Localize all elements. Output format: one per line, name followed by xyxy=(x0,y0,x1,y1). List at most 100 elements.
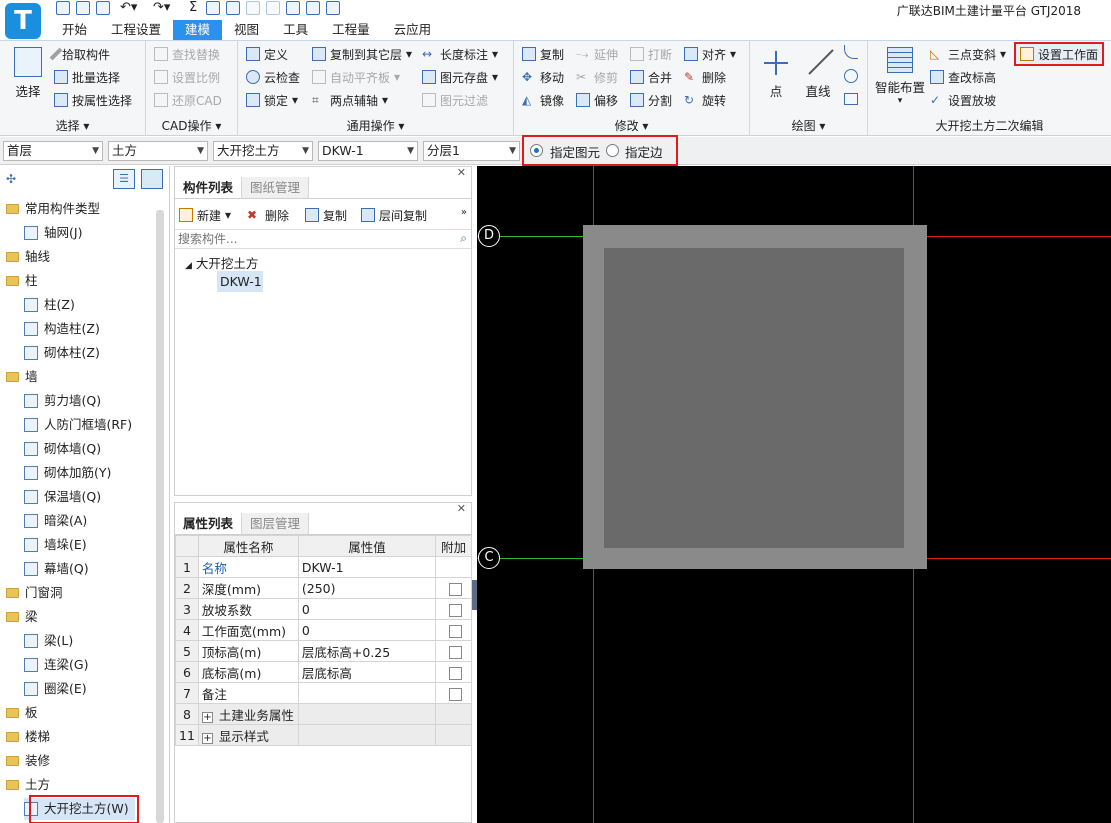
open-file-icon[interactable] xyxy=(96,1,110,15)
define-button[interactable]: 定义 xyxy=(246,44,288,64)
move-button[interactable]: ✥ 移动 xyxy=(522,67,564,87)
tree-item[interactable]: 轴网(J) xyxy=(24,222,82,244)
break-button[interactable]: 打断 xyxy=(630,44,672,64)
tab-property-list[interactable]: 属性列表 xyxy=(175,513,243,534)
tree-item[interactable]: 构造柱(Z) xyxy=(24,318,100,340)
undo-icon[interactable]: ↶▾ xyxy=(120,0,137,15)
app-logo[interactable]: T xyxy=(5,3,41,39)
component-tree-root[interactable]: ◢ 大开挖土方 xyxy=(185,253,258,272)
property-row[interactable]: 11 + 显示样式 xyxy=(175,724,472,746)
property-value[interactable]: 0 xyxy=(297,598,437,620)
tree-item[interactable]: 常用构件类型 xyxy=(6,198,100,220)
extra-checkbox[interactable] xyxy=(449,603,463,617)
align-button[interactable]: 对齐 ▾ xyxy=(684,44,736,64)
line-button[interactable]: 直线 xyxy=(802,47,834,100)
new-file-icon[interactable] xyxy=(76,1,90,15)
floor-copy-button[interactable]: 层间复制 xyxy=(361,205,427,225)
point-button[interactable]: 点 xyxy=(762,47,790,100)
axis-label-d[interactable]: D xyxy=(478,225,500,247)
tree-item[interactable]: 楼梯 xyxy=(6,726,50,748)
mirror-button[interactable]: ◭ 镜像 xyxy=(522,90,564,110)
tab-project-settings[interactable]: 工程设置 xyxy=(99,20,173,40)
tab-component-list[interactable]: 构件列表 xyxy=(175,177,243,198)
property-value[interactable]: DKW-1 xyxy=(297,556,437,578)
extra-checkbox[interactable] xyxy=(449,687,463,701)
length-dimension-button[interactable]: ↔ 长度标注 ▾ xyxy=(422,44,498,64)
cloud-check-button[interactable]: 云检查 xyxy=(246,67,300,87)
circle-icon[interactable] xyxy=(844,69,858,83)
drawing-canvas[interactable]: D C xyxy=(477,166,1111,823)
edit-icon[interactable] xyxy=(246,1,260,15)
property-value[interactable]: 层底标高+0.25 xyxy=(297,640,437,662)
tree-item[interactable]: 轴线 xyxy=(6,246,50,268)
trim-button[interactable]: ✂ 修剪 xyxy=(576,67,618,87)
property-value[interactable] xyxy=(297,682,437,704)
tree-item[interactable]: 幕墙(Q) xyxy=(24,558,89,580)
tree-scrollbar[interactable] xyxy=(156,210,164,823)
component-select[interactable]: DKW-1 ▼ xyxy=(318,141,418,161)
property-row[interactable]: 8 + 土建业务属性 xyxy=(175,703,472,725)
search-icon[interactable]: ⌕ xyxy=(460,231,467,246)
select-big-button[interactable]: 选择 xyxy=(10,47,46,100)
offset-button[interactable]: 偏移 xyxy=(576,90,618,110)
tree-item[interactable]: 圈梁(E) xyxy=(24,678,87,700)
save-icon[interactable] xyxy=(56,1,70,15)
property-value[interactable]: 层底标高 xyxy=(297,661,437,683)
extra-checkbox[interactable] xyxy=(449,624,463,638)
split-button[interactable]: 分割 xyxy=(630,90,672,110)
tree-item[interactable]: 门窗洞 xyxy=(6,582,63,604)
more-icon[interactable]: » xyxy=(461,207,467,218)
property-row[interactable]: 5 顶标高(m) 层底标高+0.25 xyxy=(175,640,472,662)
category-select[interactable]: 土方 ▼ xyxy=(108,141,208,161)
tree-item[interactable]: 梁 xyxy=(6,606,38,628)
tree-item[interactable]: 连梁(G) xyxy=(24,654,88,676)
tree-item[interactable]: 保温墙(Q) xyxy=(24,486,101,508)
rectangle-icon[interactable] xyxy=(844,93,858,105)
merge-button[interactable]: 合并 xyxy=(630,67,672,87)
set-scale-button[interactable]: 设置比例 xyxy=(154,67,220,87)
property-value[interactable] xyxy=(297,724,437,746)
tree-item[interactable]: 装修 xyxy=(6,750,50,772)
floor-select[interactable]: 首层 ▼ xyxy=(3,141,103,161)
check-elevation-button[interactable]: 查改标高 xyxy=(930,67,996,87)
property-row[interactable]: 3 放坡系数 0 xyxy=(175,598,472,620)
search-input[interactable] xyxy=(175,230,445,248)
redo-icon[interactable]: ↷▾ xyxy=(153,0,170,15)
grid-view-icon[interactable] xyxy=(141,169,163,189)
property-row[interactable]: 1 名称 DKW-1 xyxy=(175,556,472,578)
extra-checkbox[interactable] xyxy=(449,582,463,596)
add-icon[interactable] xyxy=(326,1,340,15)
find-replace-button[interactable]: 查找替换 xyxy=(154,44,220,64)
set-slope-button[interactable]: ✓ 设置放坡 xyxy=(930,90,996,110)
tree-item[interactable]: 柱(Z) xyxy=(24,294,75,316)
tab-quantity[interactable]: 工程量 xyxy=(320,20,382,40)
layer-select[interactable]: 分层1 ▼ xyxy=(423,141,520,161)
tab-view[interactable]: 视图 xyxy=(222,20,271,40)
export-icon[interactable] xyxy=(306,1,320,15)
property-value[interactable]: 0 xyxy=(297,619,437,641)
axis-label-c[interactable]: C xyxy=(478,547,500,569)
select-by-property-button[interactable]: 按属性选择 xyxy=(54,90,132,110)
property-row[interactable]: 2 深度(mm) (250) xyxy=(175,577,472,599)
tab-tools[interactable]: 工具 xyxy=(271,20,320,40)
expand-icon[interactable]: + xyxy=(201,711,213,723)
tree-item[interactable]: 剪力墙(Q) xyxy=(24,390,101,412)
specify-element-radio[interactable] xyxy=(530,144,543,157)
tab-layer-management[interactable]: 图层管理 xyxy=(242,513,310,534)
copy-button[interactable]: 复制 xyxy=(522,44,564,64)
batch-select-button[interactable]: 批量选择 xyxy=(54,67,120,87)
collapse-triangle-icon[interactable]: ◢ xyxy=(185,261,192,271)
two-point-axis-button[interactable]: ⌗ 两点辅轴 ▾ xyxy=(312,90,388,110)
delete-button[interactable]: ✎ 删除 xyxy=(684,67,726,87)
list-view-icon[interactable]: ☰ xyxy=(113,169,135,189)
tab-modeling[interactable]: 建模 xyxy=(173,20,223,40)
calc-icon[interactable] xyxy=(286,1,300,15)
tab-drawing-management[interactable]: 图纸管理 xyxy=(242,177,310,198)
tree-item[interactable]: 柱 xyxy=(6,270,38,292)
auto-flush-button[interactable]: 自动平齐板 ▾ xyxy=(312,67,400,87)
extra-checkbox[interactable] xyxy=(449,645,463,659)
specify-edge-radio[interactable] xyxy=(606,144,619,157)
new-component-button[interactable]: 新建 ▾ xyxy=(179,205,231,225)
property-row[interactable]: 6 底标高(m) 层底标高 xyxy=(175,661,472,683)
property-row[interactable]: 4 工作面宽(mm) 0 xyxy=(175,619,472,641)
